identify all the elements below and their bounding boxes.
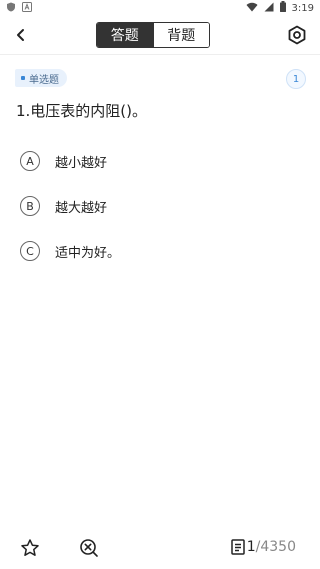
status-time: 3:19: [291, 2, 314, 14]
tab-memorize[interactable]: 背题: [152, 23, 209, 47]
question-index-badge: 1: [286, 69, 306, 89]
option-letter: B: [20, 196, 40, 216]
mode-segmented-control: 答题 背题: [96, 22, 210, 48]
close-circle-search-icon: [80, 539, 98, 557]
option-c[interactable]: C 适中为好。: [20, 240, 300, 262]
back-button[interactable]: [10, 24, 32, 46]
question-text: 1.电压表的内阻()。: [16, 102, 148, 120]
signal-icon: [264, 2, 274, 15]
option-text: 适中为好。: [55, 245, 121, 261]
option-text: 越小越好: [55, 155, 108, 171]
option-b[interactable]: B 越大越好: [20, 195, 300, 217]
question-progress[interactable]: 1 /4350: [230, 539, 296, 555]
notification-a-icon: [22, 1, 32, 15]
shield-icon: [6, 2, 16, 15]
hexagon-settings-icon: [288, 25, 306, 45]
question-type-badge: 单选题: [15, 69, 67, 87]
status-bar: 3:19: [0, 0, 320, 16]
option-letter: C: [20, 241, 40, 261]
badge-dot-icon: [21, 76, 25, 80]
progress-total: /4350: [255, 539, 296, 555]
progress-current: 1: [246, 539, 256, 555]
settings-button[interactable]: [286, 24, 308, 46]
favorite-button[interactable]: [20, 538, 40, 558]
remove-question-button[interactable]: [79, 538, 99, 558]
bottom-bar: 1 /4350: [0, 530, 320, 566]
option-letter: A: [20, 151, 40, 171]
battery-icon: [279, 1, 286, 15]
header-divider: [0, 54, 320, 55]
tab-answer[interactable]: 答题: [97, 23, 153, 47]
star-icon: [21, 539, 39, 556]
question-type-label: 单选题: [29, 74, 59, 86]
option-a[interactable]: A 越小越好: [20, 150, 300, 172]
chevron-left-icon: [17, 29, 24, 41]
answer-sheet-icon: [230, 539, 245, 555]
wifi-icon: [246, 2, 258, 15]
header: 答题 背题: [0, 18, 320, 52]
option-text: 越大越好: [55, 200, 108, 216]
